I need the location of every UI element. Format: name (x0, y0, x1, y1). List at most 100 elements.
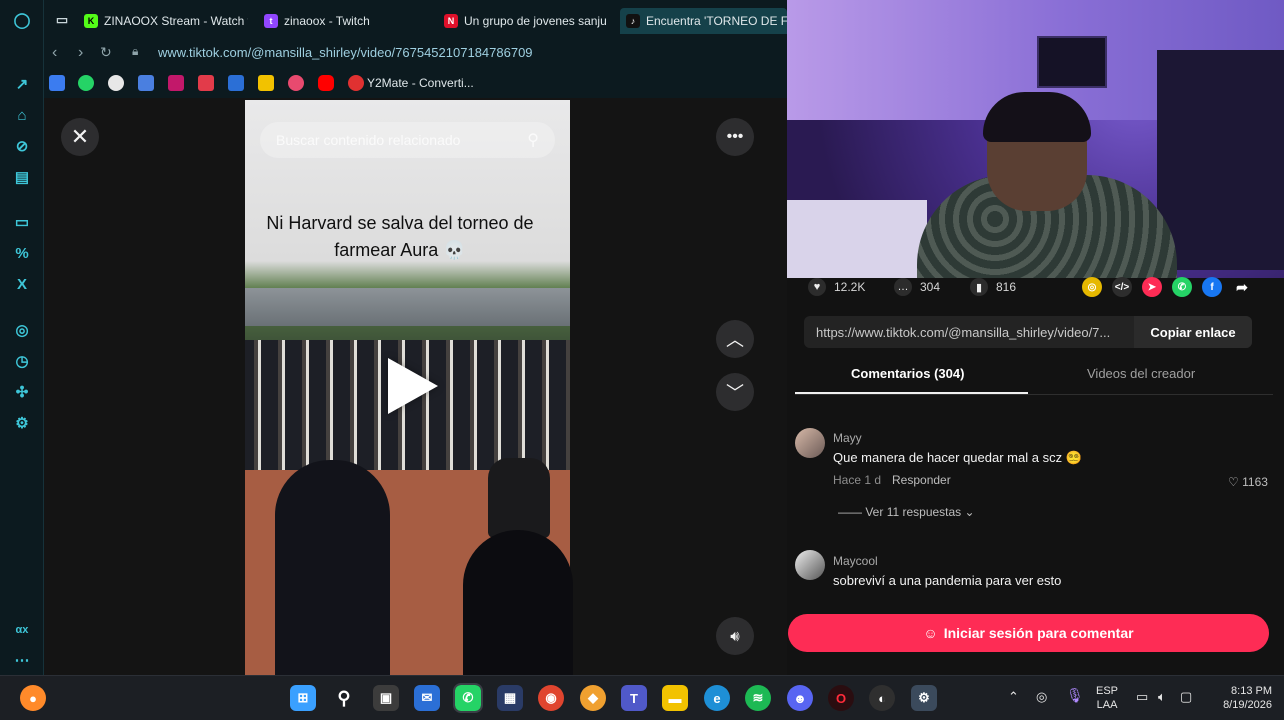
tiktok-icon: ♪ (626, 14, 640, 28)
chrome-icon[interactable]: ◉ (538, 685, 564, 711)
comment-bubble-icon: ☺ (923, 625, 938, 641)
percent-icon[interactable]: % (12, 243, 32, 263)
settings-taskbar-icon[interactable]: ⚙ (911, 685, 937, 711)
comment-time: Hace 1 d (833, 473, 882, 487)
mail-icon[interactable]: ✉ (414, 685, 440, 711)
chart-icon[interactable]: ▤ (12, 167, 32, 187)
clock-icon[interactable]: ◷ (12, 351, 32, 371)
puzzle-icon[interactable]: ✣ (12, 382, 32, 402)
login-label: Iniciar sesión para comentar (943, 625, 1134, 641)
chatgpt-icon[interactable] (108, 75, 124, 91)
file-explorer-icon[interactable]: ▬ (662, 685, 688, 711)
view-replies-button[interactable]: —— Ver 11 respuestas ⌄ (838, 505, 975, 519)
chevron-down-icon[interactable]: ﹀ (716, 373, 754, 411)
more-dots-icon[interactable]: ⋯ (12, 650, 32, 670)
related-search-input[interactable]: Buscar contenido relacionado ⚲ (260, 122, 555, 158)
back-icon[interactable]: ‹ (52, 44, 57, 62)
coin-icon[interactable]: ◎ (1082, 277, 1102, 297)
tray-chevron-up-icon[interactable]: ⌃ (1008, 690, 1019, 704)
docs-icon[interactable] (49, 75, 65, 91)
bookmark-y2mate[interactable]: Y2Mate - Converti... (367, 76, 474, 90)
volume-tray-icon[interactable]: 🔈︎ (1158, 690, 1166, 704)
comment-username[interactable]: Mayy (833, 431, 862, 445)
tab-comments[interactable]: Comentarios (304) (851, 366, 964, 381)
tab-kick[interactable]: K ZINAOOX Stream - Watch t (78, 8, 248, 34)
opera-taskbar-icon[interactable]: O (828, 685, 854, 711)
copy-link-button[interactable]: Copiar enlace (1134, 316, 1252, 348)
y2mate-icon[interactable] (348, 75, 364, 91)
tab-twitch[interactable]: t zinaoox - Twitch (258, 8, 428, 34)
heart-icon: ♥ (808, 278, 826, 296)
play-icon[interactable] (388, 358, 438, 414)
tab-switch-icon[interactable]: ▭ (52, 10, 72, 30)
brave-icon[interactable]: ◆ (580, 685, 606, 711)
url-field[interactable]: www.tiktok.com/@mansilla_shirley/video/7… (158, 45, 533, 60)
circle-bookmark-icon[interactable] (288, 75, 304, 91)
store-icon[interactable]: ▦ (497, 685, 523, 711)
opera-logo-icon[interactable]: ◯ (12, 10, 32, 30)
saves-stat[interactable]: ▮ 816 (970, 278, 1016, 296)
whatsapp-taskbar-icon[interactable]: ✆ (453, 683, 483, 713)
comment-username[interactable]: Maycool (833, 554, 878, 568)
likes-stat[interactable]: ♥ 12.2K (808, 278, 865, 296)
x-twitter-icon[interactable]: X (12, 274, 32, 294)
avatar[interactable] (795, 428, 825, 458)
share-link-text[interactable]: https://www.tiktok.com/@mansilla_shirley… (804, 325, 1134, 340)
target-icon[interactable]: ◎ (12, 320, 32, 340)
crossed-icon[interactable]: ⊘ (12, 136, 32, 156)
clock-time: 8:13 PM (1231, 685, 1272, 697)
tab-label: ZINAOOX Stream - Watch t (104, 14, 248, 28)
whatsapp-icon[interactable] (78, 75, 94, 91)
obs-icon[interactable]: ◐ (869, 685, 895, 711)
battery-icon[interactable]: ▢ (1180, 690, 1192, 704)
folder-bookmark-icon[interactable] (258, 75, 274, 91)
weather-widget-icon[interactable]: ● (20, 685, 46, 711)
language-indicator[interactable]: ESP LAA (1096, 684, 1118, 712)
close-icon[interactable]: ✕ (61, 118, 99, 156)
reload-icon[interactable]: ↻ (100, 44, 112, 61)
facebook-icon[interactable]: f (1202, 277, 1222, 297)
share-arrow-icon[interactable]: ➦ (1232, 277, 1252, 297)
more-options-icon[interactable]: ••• (716, 118, 754, 156)
edge-icon[interactable]: e (704, 685, 730, 711)
tab-bar: ▭ K ZINAOOX Stream - Watch t t zinaoox -… (44, 0, 787, 40)
login-to-comment-button[interactable]: ☺ Iniciar sesión para comentar (788, 614, 1269, 652)
comment-like[interactable]: ♡ 1163 (1228, 475, 1268, 489)
bag-icon[interactable]: ⌂ (12, 105, 32, 125)
task-view-icon[interactable]: ▣ (373, 685, 399, 711)
aria-icon[interactable]: ↗ (12, 74, 32, 94)
tab-news[interactable]: N Un grupo de jovenes sanju (438, 8, 608, 34)
shuffle-icon[interactable] (168, 75, 184, 91)
twitch-sidebar-icon[interactable]: ▭ (12, 212, 32, 232)
comments-stat[interactable]: … 304 (894, 278, 940, 296)
tab-label: Un grupo de jovenes sanju (464, 14, 607, 28)
clock[interactable]: 8:13 PM 8/19/2026 (1208, 684, 1272, 712)
forward-icon[interactable]: › (78, 44, 83, 62)
start-icon[interactable]: ⊞ (290, 685, 316, 711)
avatar[interactable] (795, 550, 825, 580)
triangle-icon[interactable] (228, 75, 244, 91)
search-taskbar-icon[interactable]: ⚲ (331, 685, 357, 711)
tab-creator-videos[interactable]: Videos del creador (1087, 366, 1195, 381)
network-icon[interactable]: ▭ (1136, 690, 1148, 704)
tab-tiktok[interactable]: ♪ Encuentra 'TORNEO DE FA (620, 8, 787, 34)
microphone-icon[interactable]: 🎙︎ (1066, 688, 1084, 702)
comments-count: 304 (920, 280, 941, 294)
sidebar-ax-label[interactable]: αx (12, 620, 32, 640)
spotify-icon[interactable]: ≋ (745, 685, 771, 711)
search-icon[interactable]: ⚲ (527, 130, 539, 150)
video-foreground-person (275, 460, 390, 675)
teams-icon[interactable]: T (621, 685, 647, 711)
chevron-up-icon[interactable]: ︿ (716, 320, 754, 358)
bookmark-app-icon[interactable] (198, 75, 214, 91)
tray-app-icon[interactable]: ◎ (1036, 690, 1047, 704)
whatsapp-share-icon[interactable]: ✆ (1172, 277, 1192, 297)
volume-icon[interactable]: 🔊︎ (716, 617, 754, 655)
discord-icon[interactable]: ☻ (787, 685, 813, 711)
send-icon[interactable]: ➤ (1142, 277, 1162, 297)
settings-icon[interactable]: ⚙ (12, 413, 32, 433)
reply-button[interactable]: Responder (892, 473, 951, 487)
embed-icon[interactable]: </> (1112, 277, 1132, 297)
youtube-icon[interactable] (318, 75, 334, 91)
translate-icon[interactable] (138, 75, 154, 91)
